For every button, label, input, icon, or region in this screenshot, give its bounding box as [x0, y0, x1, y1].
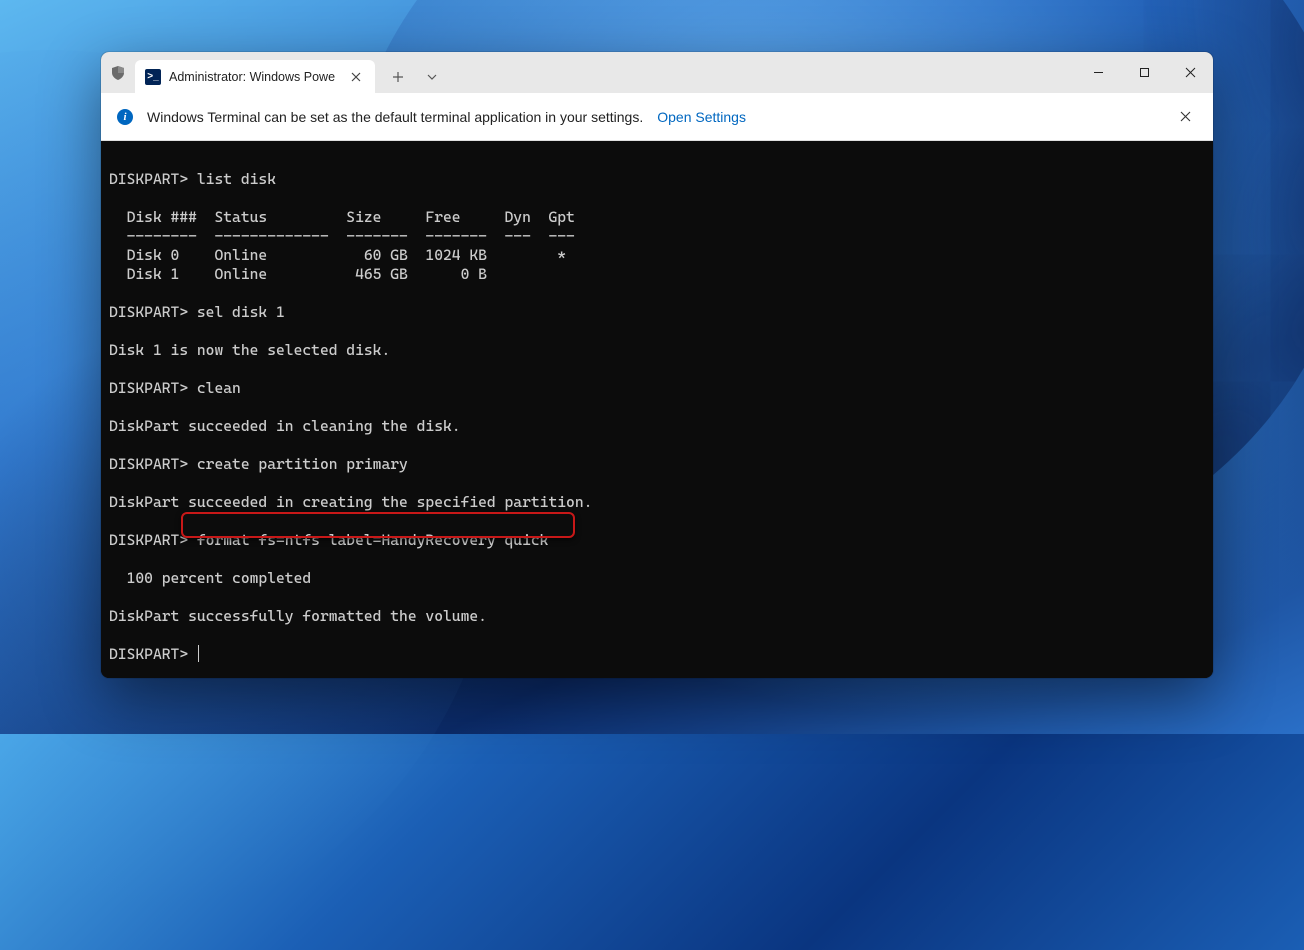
- info-message: Windows Terminal can be set as the defau…: [147, 109, 643, 125]
- tab-powershell[interactable]: >_ Administrator: Windows Powe: [135, 60, 375, 93]
- maximize-button[interactable]: [1121, 52, 1167, 93]
- terminal-window: >_ Administrator: Windows Powe i Windo: [101, 52, 1213, 678]
- uac-shield-icon: [101, 52, 135, 93]
- tab-title: Administrator: Windows Powe: [169, 70, 345, 84]
- tab-dropdown-button[interactable]: [415, 60, 449, 93]
- terminal-line: Disk ### Status Size Free Dyn Gpt: [109, 208, 575, 226]
- terminal-line: 100 percent completed: [109, 569, 311, 587]
- terminal-line: DISKPART> list disk: [109, 170, 276, 188]
- terminal-line: Disk 0 Online 60 GB 1024 KB *: [109, 246, 566, 264]
- terminal-output[interactable]: DISKPART> list disk Disk ### Status Size…: [101, 141, 1213, 678]
- terminal-line: Disk 1 is now the selected disk.: [109, 341, 390, 359]
- info-close-button[interactable]: [1173, 105, 1197, 129]
- terminal-line: DISKPART>: [109, 645, 197, 663]
- terminal-line: DISKPART> clean: [109, 379, 241, 397]
- info-bar: i Windows Terminal can be set as the def…: [101, 93, 1213, 141]
- powershell-icon: >_: [145, 69, 161, 85]
- new-tab-button[interactable]: [381, 60, 415, 93]
- terminal-line: Disk 1 Online 465 GB 0 B: [109, 265, 487, 283]
- open-settings-link[interactable]: Open Settings: [657, 109, 746, 125]
- terminal-line: DISKPART> create partition primary: [109, 455, 408, 473]
- terminal-line: DISKPART> format fs=ntfs label=HandyReco…: [109, 531, 548, 549]
- window-controls: [1075, 52, 1213, 93]
- titlebar[interactable]: >_ Administrator: Windows Powe: [101, 52, 1213, 93]
- cursor: [198, 645, 199, 662]
- terminal-line: DiskPart succeeded in cleaning the disk.: [109, 417, 461, 435]
- terminal-line: -------- ------------- ------- ------- -…: [109, 227, 575, 245]
- terminal-line: DiskPart successfully formatted the volu…: [109, 607, 487, 625]
- close-button[interactable]: [1167, 52, 1213, 93]
- tab-close-button[interactable]: [345, 66, 367, 88]
- terminal-line: DISKPART> sel disk 1: [109, 303, 285, 321]
- minimize-button[interactable]: [1075, 52, 1121, 93]
- info-icon: i: [117, 109, 133, 125]
- terminal-line: DiskPart succeeded in creating the speci…: [109, 493, 592, 511]
